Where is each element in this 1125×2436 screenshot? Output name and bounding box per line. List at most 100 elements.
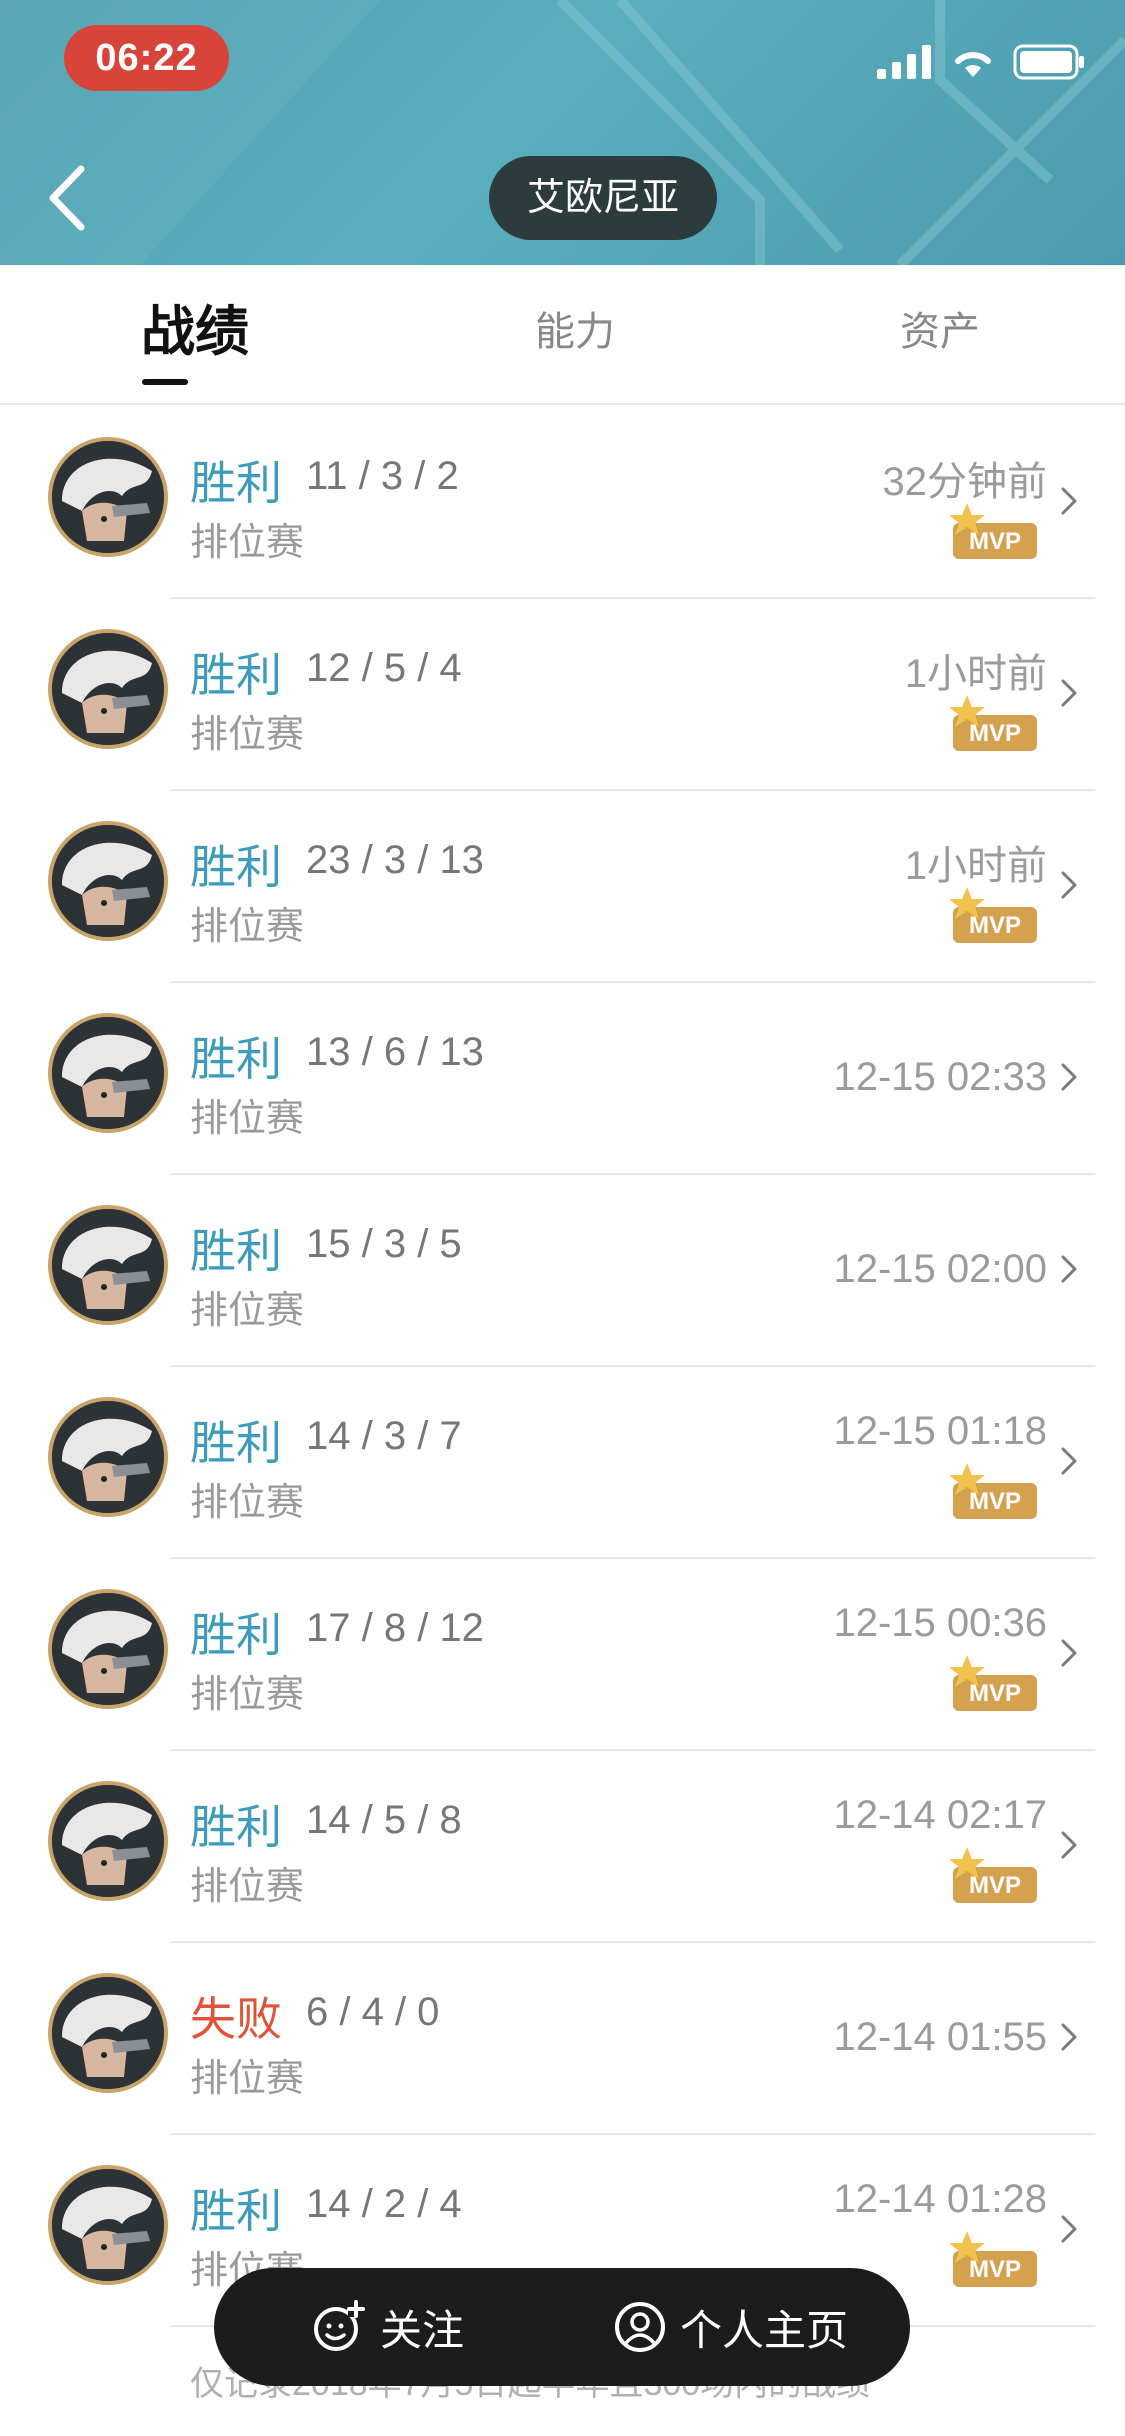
match-result: 胜利 [190, 841, 282, 893]
svg-text:MVP: MVP [969, 1680, 1021, 1707]
mvp-badge: MVP [949, 503, 1037, 559]
svg-text:MVP: MVP [969, 912, 1021, 939]
back-button[interactable] [45, 160, 95, 236]
tab-ability[interactable]: 能力 [500, 265, 650, 405]
profile-icon [615, 2302, 665, 2352]
match-mode: 排位赛 [190, 1866, 305, 1908]
chevron-right-icon [1061, 679, 1077, 707]
match-row[interactable]: 胜利 13 / 6 / 13 排位赛 12-15 02:33 [0, 983, 1125, 1175]
svg-text:MVP: MVP [969, 2256, 1021, 2283]
match-time: 12-15 00:36 [833, 1601, 1047, 1645]
chevron-right-icon [1061, 871, 1077, 899]
match-result: 胜利 [190, 1801, 282, 1853]
tab-active-indicator [142, 379, 188, 385]
profile-label: 个人主页 [680, 2306, 849, 2354]
match-kda: 12 / 5 / 4 [306, 646, 462, 690]
floating-action-bar: 关注 个人主页 [214, 2268, 910, 2386]
match-row[interactable]: 胜利 14 / 3 / 7 排位赛 12-15 01:18 MVP [0, 1367, 1125, 1559]
tab-bar: 战绩 能力 资产 [0, 265, 1125, 405]
chevron-left-icon [49, 165, 85, 231]
chevron-right-icon [1061, 1255, 1077, 1283]
match-time: 12-14 01:28 [833, 2177, 1047, 2221]
match-time: 32分钟前 [882, 460, 1048, 504]
match-result: 胜利 [190, 649, 282, 701]
champion-avatar [48, 821, 168, 941]
match-kda: 14 / 5 / 8 [306, 1798, 462, 1842]
match-row[interactable]: 胜利 17 / 8 / 12 排位赛 12-15 00:36 MVP [0, 1559, 1125, 1751]
match-kda: 23 / 3 / 13 [306, 838, 484, 882]
match-row[interactable]: 胜利 14 / 5 / 8 排位赛 12-14 02:17 MVP [0, 1751, 1125, 1943]
match-mode: 排位赛 [190, 714, 305, 756]
mvp-badge: MVP [949, 695, 1037, 751]
match-time: 12-15 02:33 [833, 1055, 1047, 1099]
chevron-right-icon [1061, 487, 1077, 515]
mvp-badge: MVP [949, 1847, 1037, 1903]
match-row[interactable]: 胜利 23 / 3 / 13 排位赛 1小时前 MVP [0, 791, 1125, 983]
match-time: 12-15 02:00 [833, 1247, 1047, 1291]
match-kda: 13 / 6 / 13 [306, 1030, 484, 1074]
match-mode: 排位赛 [190, 1098, 305, 1140]
chevron-right-icon [1061, 1831, 1077, 1859]
match-time: 1小时前 [904, 844, 1047, 888]
svg-text:MVP: MVP [969, 1488, 1021, 1515]
follow-label: 关注 [380, 2306, 465, 2354]
champion-avatar [48, 1013, 168, 1133]
match-time: 12-15 01:18 [833, 1409, 1047, 1453]
match-kda: 17 / 8 / 12 [306, 1606, 484, 1650]
match-mode: 排位赛 [190, 1290, 305, 1332]
champion-avatar [48, 629, 168, 749]
match-time: 12-14 01:55 [833, 2015, 1047, 2059]
chevron-right-icon [1061, 1063, 1077, 1091]
match-kda: 15 / 3 / 5 [306, 1222, 462, 1266]
match-mode: 排位赛 [190, 2058, 305, 2100]
follow-button[interactable]: 关注 [310, 2268, 464, 2386]
match-row[interactable]: 胜利 12 / 5 / 4 排位赛 1小时前 MVP [0, 599, 1125, 791]
status-time: 06:22 [64, 25, 229, 91]
follow-icon [314, 2300, 365, 2351]
match-row[interactable]: 失败 6 / 4 / 0 排位赛 12-14 01:55 [0, 1943, 1125, 2135]
match-result: 失败 [190, 1993, 282, 2045]
match-kda: 14 / 2 / 4 [306, 2182, 462, 2226]
match-result: 胜利 [190, 1417, 282, 1469]
match-kda: 6 / 4 / 0 [306, 1990, 440, 2034]
match-mode: 排位赛 [190, 906, 305, 948]
match-result: 胜利 [190, 1225, 282, 1277]
mvp-badge: MVP [949, 887, 1037, 943]
header-banner: 06:22 艾欧尼亚 [0, 0, 1125, 265]
mvp-badge: MVP [949, 1463, 1037, 1519]
profile-button[interactable]: 个人主页 [614, 2268, 848, 2386]
chevron-right-icon [1061, 2215, 1077, 2243]
match-result: 胜利 [190, 1609, 282, 1661]
match-row[interactable]: 胜利 15 / 3 / 5 排位赛 12-15 02:00 [0, 1175, 1125, 1367]
wifi-icon [955, 52, 991, 77]
mvp-badge: MVP [949, 1655, 1037, 1711]
svg-text:MVP: MVP [969, 528, 1021, 555]
tab-assets[interactable]: 资产 [865, 265, 1015, 405]
champion-avatar [48, 1781, 168, 1901]
champion-avatar [48, 1589, 168, 1709]
mvp-badge: MVP [949, 2231, 1037, 2287]
champion-avatar [48, 1397, 168, 1517]
chevron-right-icon [1061, 2023, 1077, 2051]
svg-text:MVP: MVP [969, 720, 1021, 747]
page-title: 艾欧尼亚 [489, 156, 717, 240]
champion-avatar [48, 2165, 168, 2285]
svg-text:MVP: MVP [969, 1872, 1021, 1899]
match-mode: 排位赛 [190, 1674, 305, 1716]
champion-avatar [48, 1973, 168, 2093]
signal-icon [877, 45, 931, 79]
match-mode: 排位赛 [190, 1482, 305, 1524]
chevron-right-icon [1061, 1639, 1077, 1667]
match-row[interactable]: 胜利 11 / 3 / 2 排位赛 32分钟前 MVP [0, 407, 1125, 599]
match-list: 胜利 11 / 3 / 2 排位赛 32分钟前 MVP 胜利 12 / 5 / … [0, 407, 1125, 2327]
status-icons [877, 44, 1085, 80]
match-time: 1小时前 [904, 652, 1047, 696]
champion-avatar [48, 437, 168, 557]
match-mode: 排位赛 [190, 522, 305, 564]
match-kda: 14 / 3 / 7 [306, 1414, 462, 1458]
match-kda: 11 / 3 / 2 [306, 454, 459, 498]
chevron-right-icon [1061, 1447, 1077, 1475]
battery-icon [1013, 44, 1084, 80]
champion-avatar [48, 1205, 168, 1325]
match-result: 胜利 [190, 2185, 282, 2237]
